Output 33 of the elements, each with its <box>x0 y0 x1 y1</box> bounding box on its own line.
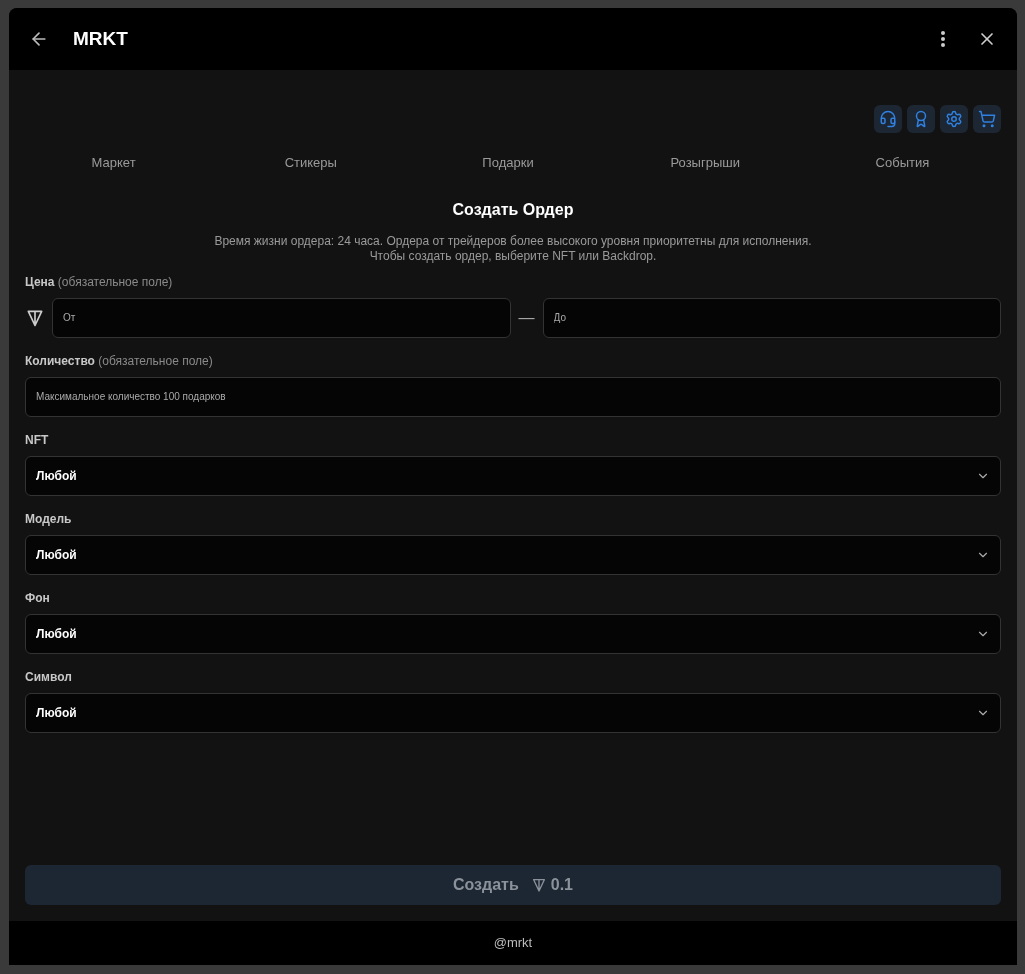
nav-tab[interactable]: Подарки <box>409 149 607 177</box>
nav-tab[interactable]: Розыгрыши <box>606 149 804 177</box>
footer-handle: @mrkt <box>493 934 533 953</box>
window-title: MRKT <box>73 26 128 51</box>
headset-icon <box>879 110 897 128</box>
price-label: Цена (обязательное поле) <box>25 273 174 291</box>
dropdown-select[interactable]: Любой <box>25 534 1001 575</box>
nav-tab[interactable]: Стикеры <box>212 149 410 177</box>
description-text: Время жизни ордера: 24 часа. Ордера от трейдеров более высокого уровня приоритетны для исполнения. <box>214 233 812 249</box>
nav-tab[interactable]: События <box>803 149 1001 177</box>
gear-icon <box>945 110 963 128</box>
dropdown-select[interactable]: Любой <box>25 692 1001 733</box>
select-label: Символ <box>25 668 73 686</box>
price-to-field[interactable]: До <box>542 297 1001 338</box>
dropdown-select[interactable]: Любой <box>25 613 1001 654</box>
cart-icon <box>978 110 996 128</box>
form-title: Создать Ордер <box>451 199 575 220</box>
quantity-field[interactable]: Максимальное количество 100 подарков <box>25 376 1001 417</box>
dropdown-select[interactable]: Любой <box>25 455 1001 496</box>
price-from-field[interactable]: От <box>52 297 511 338</box>
settings-button[interactable] <box>940 105 968 133</box>
support-button[interactable] <box>874 105 902 133</box>
cart-button[interactable] <box>973 105 1001 133</box>
more-button[interactable] <box>941 31 945 47</box>
select-label: Модель <box>25 510 73 528</box>
select-label: Фон <box>25 589 51 607</box>
award-button[interactable] <box>907 105 935 133</box>
more-icon <box>941 31 945 47</box>
nav-tab[interactable]: Маркет <box>15 149 213 177</box>
select-label: NFT <box>25 431 50 449</box>
range-dash: — <box>517 307 536 328</box>
description-text: Чтобы создать ордер, выберите NFT или Backdrop. <box>369 248 657 264</box>
quantity-label: Количество (обязательное поле) <box>25 352 214 370</box>
